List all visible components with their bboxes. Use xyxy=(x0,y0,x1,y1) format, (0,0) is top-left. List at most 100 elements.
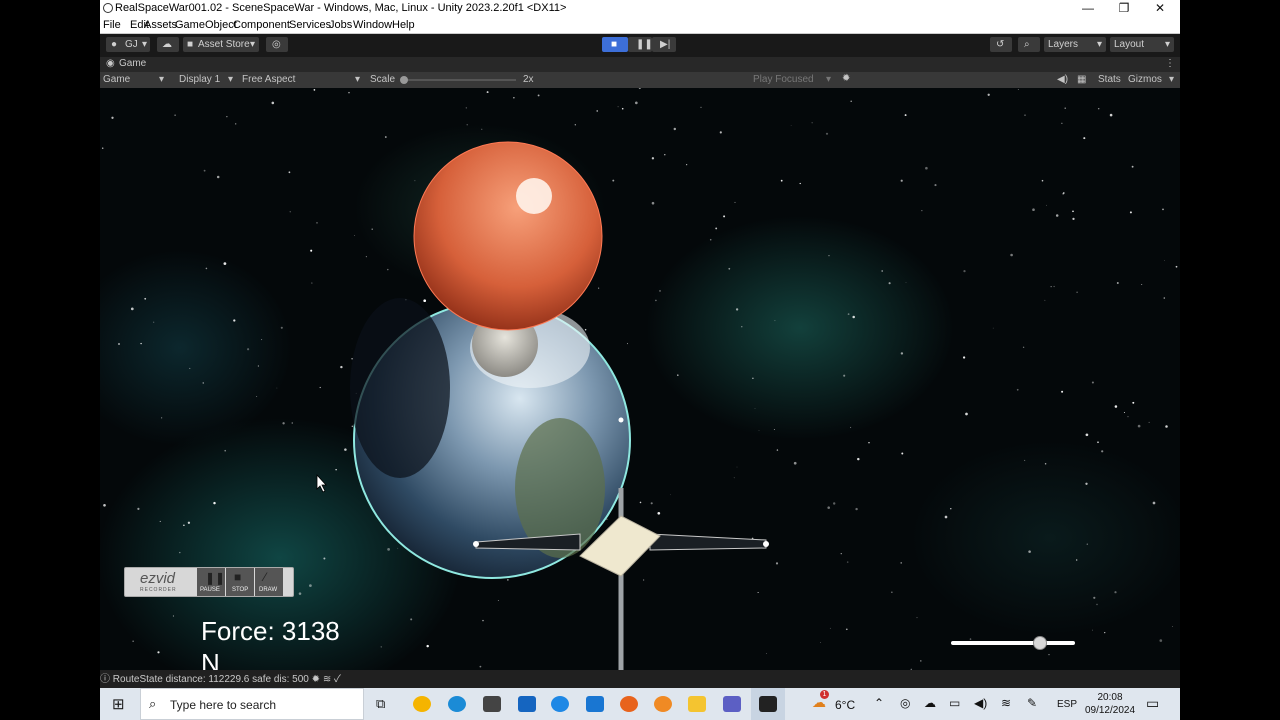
recorder-stop-button[interactable]: ■ STOP xyxy=(226,568,254,596)
weather-badge: 1 xyxy=(820,690,829,699)
audio-icon[interactable]: ◀) xyxy=(1057,74,1068,85)
panel-tip-light xyxy=(763,541,769,547)
thrust-slider-track[interactable] xyxy=(951,641,1075,645)
onedrive-icon[interactable]: ☁ xyxy=(924,696,936,710)
main-toolbar: ● GJ ▾ ☁ ■ Asset Store ▾ ◎ ■ ❚❚ ▶| ↺ ⌕ L… xyxy=(100,34,1180,56)
game-viewport[interactable]: ezvid RECORDER ❚❚ PAUSE ■ STOP ⁄ DRAW Fo… xyxy=(100,88,1180,670)
chevron-down-icon: ▾ xyxy=(159,74,165,85)
account-icon: ● xyxy=(111,39,118,50)
notification-icon[interactable]: ▭ xyxy=(1146,695,1159,712)
asset-store-button[interactable]: ■ Asset Store ▾ xyxy=(183,37,259,52)
play-button[interactable]: ■ xyxy=(602,37,628,52)
undo-history-button[interactable]: ↺ xyxy=(990,37,1012,52)
layers-dropdown[interactable]: Layers ▾ xyxy=(1044,37,1106,52)
store-icon[interactable] xyxy=(586,696,604,712)
pause-button[interactable]: ❚❚ xyxy=(628,37,653,52)
menu-component[interactable]: Component xyxy=(233,19,290,31)
clock-date: 09/12/2024 xyxy=(1084,705,1136,716)
pause-icon: ❚❚ xyxy=(636,39,653,50)
earth-shadow xyxy=(350,298,450,478)
mars-ice-cap xyxy=(516,178,552,214)
kebab-menu-icon[interactable]: ⋮ xyxy=(1165,58,1175,69)
layers-status-icon[interactable]: ≋ xyxy=(323,674,331,685)
close-button[interactable]: ✕ xyxy=(1142,0,1178,17)
layout-dropdown[interactable]: Layout ▾ xyxy=(1110,37,1174,52)
maximize-button[interactable]: ❐ xyxy=(1106,0,1142,17)
search-placeholder: Type here to search xyxy=(170,698,277,712)
stats-toggle-icon[interactable]: ▦ xyxy=(1077,74,1086,85)
minimize-button[interactable]: — xyxy=(1070,0,1106,17)
title-bar: RealSpaceWar001.02 - SceneSpaceWar - Win… xyxy=(100,0,1180,17)
panel-tip-light xyxy=(473,541,479,547)
solar-panel-right xyxy=(649,533,767,551)
firefox-icon[interactable] xyxy=(620,696,638,712)
account-label: GJ xyxy=(125,39,138,50)
meet-icon[interactable]: ◎ xyxy=(900,696,910,710)
menu-services[interactable]: Services xyxy=(289,19,331,31)
check-icon[interactable]: ✓ xyxy=(334,674,341,685)
stats-button[interactable]: Stats xyxy=(1098,74,1121,85)
gizmos-button[interactable]: Gizmos xyxy=(1128,74,1162,85)
force-readout: Force: 3138 N xyxy=(201,615,340,670)
clock[interactable]: 20:08 09/12/2024 xyxy=(1084,691,1136,717)
view-dropdown[interactable]: Game xyxy=(103,74,130,85)
version-control-button[interactable]: ◎ xyxy=(266,37,288,52)
chevron-down-icon: ▾ xyxy=(228,74,234,85)
pen-icon[interactable]: ✎ xyxy=(1027,696,1037,710)
aspect-dropdown[interactable]: Free Aspect xyxy=(242,74,295,85)
debug-icon[interactable]: ✹ xyxy=(312,674,320,685)
start-button[interactable]: ⊞ xyxy=(100,688,140,720)
outlook-icon[interactable] xyxy=(518,696,536,712)
unity-hub-icon[interactable] xyxy=(483,696,501,712)
recorder-draw-label: DRAW xyxy=(259,587,278,593)
menu-window[interactable]: Window xyxy=(353,19,392,31)
recorder-draw-button[interactable]: ⁄ DRAW xyxy=(255,568,283,596)
scale-slider-handle[interactable] xyxy=(400,76,408,84)
file-explorer-icon[interactable] xyxy=(688,696,706,712)
language-indicator[interactable]: ESP xyxy=(1057,699,1077,710)
menu-gameobject[interactable]: GameObject xyxy=(175,19,237,31)
edge-browser-icon[interactable] xyxy=(448,696,466,712)
cloud-icon: ☁ xyxy=(162,39,172,50)
chevron-down-icon: ▾ xyxy=(142,39,148,50)
menu-bar: File Edit Assets GameObject Component Se… xyxy=(100,17,1180,34)
info-icon: ⓘ xyxy=(100,674,110,685)
search-button[interactable]: ⌕ xyxy=(1018,37,1040,52)
status-bar: ⓘ RouteState distance: 112229.6 safe dis… xyxy=(100,670,1180,688)
weather-temperature[interactable]: 6°C xyxy=(835,698,855,712)
blender-icon[interactable] xyxy=(654,696,672,712)
tab-game[interactable]: Game xyxy=(119,58,146,69)
menu-file[interactable]: File xyxy=(103,19,121,31)
taskbar-search-box[interactable]: ⌕ Type here to search xyxy=(140,688,364,720)
chevron-down-icon: ▾ xyxy=(355,74,361,85)
menu-help[interactable]: Help xyxy=(392,19,415,31)
menu-assets[interactable]: Assets xyxy=(144,19,177,31)
teams-icon[interactable] xyxy=(723,696,741,712)
cloud-button[interactable]: ☁ xyxy=(157,37,179,52)
gamepad-icon: ◉ xyxy=(106,58,115,69)
security-shield-icon[interactable] xyxy=(551,696,569,712)
display-dropdown[interactable]: Display 1 xyxy=(179,74,220,85)
chevron-down-icon: ▾ xyxy=(1165,39,1171,50)
force-unit: N xyxy=(201,648,220,670)
settings-icon: ◎ xyxy=(272,39,281,50)
step-button[interactable]: ▶| xyxy=(652,37,676,52)
account-dropdown[interactable]: ● GJ ▾ xyxy=(106,37,150,52)
media-player-icon[interactable] xyxy=(413,696,431,712)
battery-icon[interactable]: ▭ xyxy=(949,696,960,710)
unity-editor-taskbar-button[interactable] xyxy=(751,688,785,720)
chevron-up-icon[interactable]: ⌃ xyxy=(874,696,884,710)
scale-slider-track[interactable] xyxy=(404,79,516,81)
step-icon: ▶| xyxy=(660,39,671,50)
volume-icon[interactable]: ◀) xyxy=(974,696,987,710)
task-view-icon[interactable]: ⧉ xyxy=(376,696,385,712)
play-mode-dropdown[interactable]: Play Focused xyxy=(753,74,814,85)
panel-tab-bar: ◉ Game ⋮ xyxy=(100,57,1180,72)
wifi-icon[interactable]: ≋ xyxy=(1001,696,1011,710)
recorder-subtitle: RECORDER xyxy=(140,587,177,593)
console-message[interactable]: RouteState distance: 112229.6 safe dis: … xyxy=(113,674,309,685)
recorder-stop-label: STOP xyxy=(232,587,249,593)
recorder-pause-button[interactable]: ❚❚ PAUSE xyxy=(197,568,225,596)
menu-jobs[interactable]: Jobs xyxy=(329,19,352,31)
bug-icon[interactable]: ✹ xyxy=(842,73,850,84)
